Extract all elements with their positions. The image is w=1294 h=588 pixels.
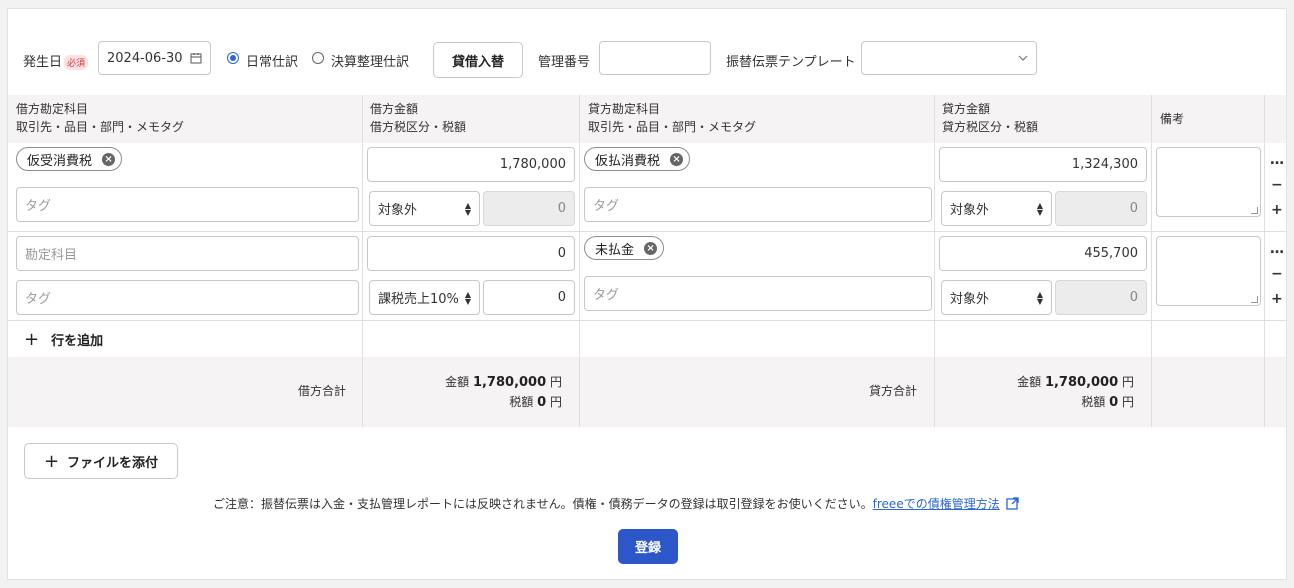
required-badge: 必須 xyxy=(64,55,89,70)
debit-tax-class-select[interactable]: 対象外 ▲ ▼ xyxy=(369,191,480,226)
close-icon[interactable]: × xyxy=(670,152,684,166)
credit-account-chip[interactable]: 仮払消費税 × xyxy=(584,147,691,171)
debit-total-label: 借方合計 xyxy=(298,384,347,398)
close-icon[interactable]: × xyxy=(644,241,658,255)
divider xyxy=(8,231,1286,232)
divider xyxy=(362,357,363,427)
add-row-icon[interactable]: + xyxy=(1271,202,1283,218)
add-row-button[interactable]: + 行を追加 xyxy=(24,329,103,350)
debit-total-values: 金額 1,780,000 円 税額 0 円 xyxy=(445,375,562,410)
attach-file-button[interactable]: + ファイルを添付 xyxy=(24,443,178,479)
credit-tag-input[interactable]: タグ xyxy=(584,187,932,222)
debit-account-input[interactable]: 勘定科目 xyxy=(16,236,359,271)
plus-icon: + xyxy=(24,329,40,350)
add-row-icon[interactable]: + xyxy=(1271,291,1283,307)
debit-amount-input[interactable]: 0 xyxy=(367,236,575,271)
chevron-down-icon xyxy=(1018,55,1028,61)
more-icon[interactable]: … xyxy=(1270,152,1284,168)
radio-daily-label: 日常仕訳 xyxy=(246,55,299,70)
updown-icon: ▲ ▼ xyxy=(464,289,471,306)
divider xyxy=(579,357,580,427)
remove-row-icon[interactable]: − xyxy=(1271,266,1283,282)
col-debit-account: 借方勘定科目 取引先・品目・部門・メモタグ xyxy=(16,102,185,134)
template-select[interactable] xyxy=(861,41,1037,75)
manage-no-label: 管理番号 xyxy=(538,55,591,70)
date-input[interactable]: 2024-06-30 xyxy=(98,41,211,75)
debit-tag-input[interactable]: タグ xyxy=(16,280,359,315)
debit-tax-input[interactable]: 0 xyxy=(483,280,575,315)
debit-tax-input: 0 xyxy=(483,191,575,226)
more-icon[interactable]: … xyxy=(1270,241,1284,257)
credit-account-chip[interactable]: 未払金 × xyxy=(584,236,665,260)
swap-debit-credit-button[interactable]: 貸借入替 xyxy=(433,42,523,78)
col-debit-amount: 借方金額 借方税区分・税額 xyxy=(370,102,467,134)
credit-tag-input[interactable]: タグ xyxy=(584,276,932,311)
credit-tax-input: 0 xyxy=(1055,280,1147,315)
credit-total-label: 貸方合計 xyxy=(869,384,918,398)
radio-daily[interactable] xyxy=(227,52,239,64)
credit-tax-input: 0 xyxy=(1055,191,1147,226)
receivables-help-link[interactable]: freeeでの債権管理方法 xyxy=(873,497,1000,511)
credit-total-values: 金額 1,780,000 円 税額 0 円 xyxy=(1017,375,1134,410)
updown-icon: ▲ ▼ xyxy=(1036,200,1043,217)
resize-grip-icon[interactable] xyxy=(1251,296,1258,303)
radio-closing-label: 決算整理仕訳 xyxy=(331,55,410,70)
col-memo: 備考 xyxy=(1160,112,1185,126)
updown-icon: ▲ ▼ xyxy=(1036,289,1043,306)
divider xyxy=(8,320,1286,321)
close-icon[interactable]: × xyxy=(102,152,116,166)
submit-button[interactable]: 登録 xyxy=(618,529,678,564)
resize-grip-icon[interactable] xyxy=(1251,207,1258,214)
manage-no-input[interactable] xyxy=(599,41,711,75)
plus-icon: + xyxy=(43,450,60,472)
date-value: 2024-06-30 xyxy=(107,50,183,66)
divider xyxy=(1151,357,1152,427)
divider xyxy=(1264,357,1265,427)
credit-tax-class-select[interactable]: 対象外 ▲ ▼ xyxy=(941,191,1052,226)
radio-closing[interactable] xyxy=(312,52,324,64)
remove-row-icon[interactable]: − xyxy=(1271,177,1283,193)
debit-account-chip[interactable]: 仮受消費税 × xyxy=(16,147,123,171)
date-label: 発生日 必須 xyxy=(23,51,89,70)
updown-icon: ▲ ▼ xyxy=(464,200,471,217)
credit-amount-input[interactable]: 455,700 xyxy=(939,236,1147,271)
template-label: 振替伝票テンプレート xyxy=(726,55,856,70)
journal-form-panel: 発生日 必須 2024-06-30 日常仕訳 決算整理仕訳 貸借入替 管理番号 振… xyxy=(7,8,1287,580)
credit-amount-input[interactable]: 1,324,300 xyxy=(939,147,1147,182)
debit-tag-input[interactable]: タグ xyxy=(16,187,359,222)
memo-textarea[interactable] xyxy=(1156,147,1261,217)
debit-amount-input[interactable]: 1,780,000 xyxy=(367,147,575,182)
memo-textarea[interactable] xyxy=(1156,236,1261,306)
notice-text: ご注意：振替伝票は入金・支払管理レポートには反映されません。債権・債務データの登… xyxy=(213,495,1019,512)
debit-tax-class-select[interactable]: 課税売上10% ▲ ▼ xyxy=(369,280,480,315)
col-credit-amount: 貸方金額 貸方税区分・税額 xyxy=(942,102,1039,134)
col-credit-account: 貸方勘定科目 取引先・品目・部門・メモタグ xyxy=(588,102,757,134)
divider xyxy=(934,357,935,427)
external-link-icon[interactable] xyxy=(1005,497,1019,510)
calendar-icon[interactable] xyxy=(190,52,202,64)
credit-tax-class-select[interactable]: 対象外 ▲ ▼ xyxy=(941,280,1052,315)
